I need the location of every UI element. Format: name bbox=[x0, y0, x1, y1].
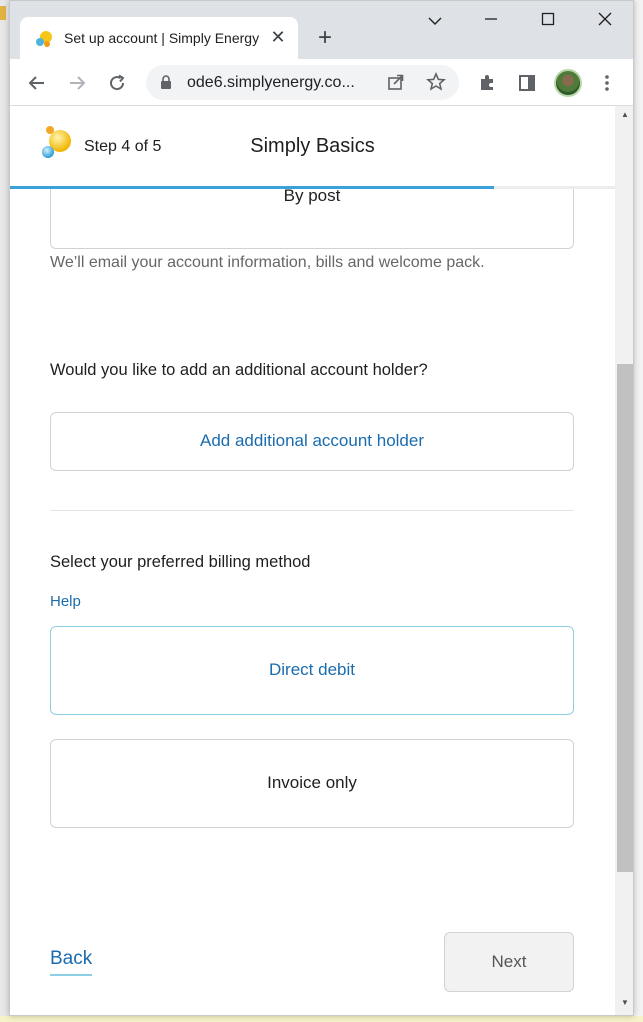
browser-window: Set up account | Simply Energy ✕ + ode6.… bbox=[9, 0, 634, 1016]
address-bar[interactable]: ode6.simplyenergy.co... bbox=[146, 65, 459, 100]
progress-fill bbox=[10, 186, 494, 189]
forward-arrow-icon[interactable] bbox=[63, 69, 91, 97]
scroll-up-arrow-icon[interactable]: ▲ bbox=[621, 110, 629, 119]
maximize-icon[interactable] bbox=[533, 9, 563, 35]
profile-avatar[interactable] bbox=[554, 69, 582, 97]
back-link[interactable]: Back bbox=[50, 948, 93, 976]
minimize-icon[interactable] bbox=[476, 9, 506, 35]
url-text: ode6.simplyenergy.co... bbox=[187, 74, 355, 91]
delivery-helper-text: We’ll email your account information, bi… bbox=[50, 254, 485, 271]
billing-method-question: Select your preferred billing method bbox=[50, 553, 311, 571]
page-scrollbar[interactable]: ▲ ▼ bbox=[615, 106, 633, 1015]
background-window-edge bbox=[0, 0, 9, 1022]
section-divider bbox=[50, 510, 574, 511]
tab-close-icon[interactable]: ✕ bbox=[268, 27, 288, 47]
close-window-icon[interactable] bbox=[590, 9, 620, 35]
add-account-holder-button[interactable]: Add additional account holder bbox=[50, 412, 574, 471]
simply-energy-favicon bbox=[36, 31, 52, 47]
tab-title: Set up account | Simply Energy bbox=[64, 30, 260, 46]
add-account-holder-label: Add additional account holder bbox=[200, 431, 424, 450]
help-link[interactable]: Help bbox=[50, 593, 81, 610]
new-tab-button[interactable]: + bbox=[312, 25, 338, 51]
billing-option-label: Direct debit bbox=[269, 660, 355, 679]
share-icon[interactable] bbox=[386, 72, 406, 92]
billing-option-direct-debit[interactable]: Direct debit bbox=[50, 626, 574, 715]
site-header: Step 4 of 5 Simply Basics bbox=[10, 106, 615, 189]
billing-option-label: Invoice only bbox=[267, 773, 357, 792]
tab-strip: Set up account | Simply Energy ✕ + bbox=[10, 1, 633, 59]
scroll-down-arrow-icon[interactable]: ▼ bbox=[621, 998, 629, 1007]
scrollbar-thumb[interactable] bbox=[617, 364, 633, 872]
browser-toolbar: ode6.simplyenergy.co... bbox=[10, 59, 633, 106]
star-icon[interactable] bbox=[426, 72, 446, 92]
progress-bar bbox=[10, 186, 615, 189]
active-tab[interactable]: Set up account | Simply Energy ✕ bbox=[20, 17, 298, 59]
tab-search-icon[interactable] bbox=[420, 9, 450, 35]
page-title: Simply Basics bbox=[250, 135, 375, 157]
lock-icon[interactable] bbox=[160, 75, 172, 90]
side-panel-icon[interactable] bbox=[513, 69, 541, 97]
extensions-icon[interactable] bbox=[473, 69, 501, 97]
billing-option-invoice-only[interactable]: Invoice only bbox=[50, 739, 574, 828]
additional-holder-question: Would you like to add an additional acco… bbox=[50, 361, 428, 379]
kebab-menu-icon[interactable] bbox=[593, 69, 621, 97]
next-button[interactable]: Next bbox=[444, 932, 574, 992]
back-arrow-icon[interactable] bbox=[23, 69, 51, 97]
reload-icon[interactable] bbox=[103, 69, 131, 97]
page-viewport: Step 4 of 5 Simply Basics By post We’ll … bbox=[10, 106, 615, 1015]
taskbar-edge bbox=[0, 1016, 643, 1022]
background-folder-icon bbox=[0, 6, 6, 20]
